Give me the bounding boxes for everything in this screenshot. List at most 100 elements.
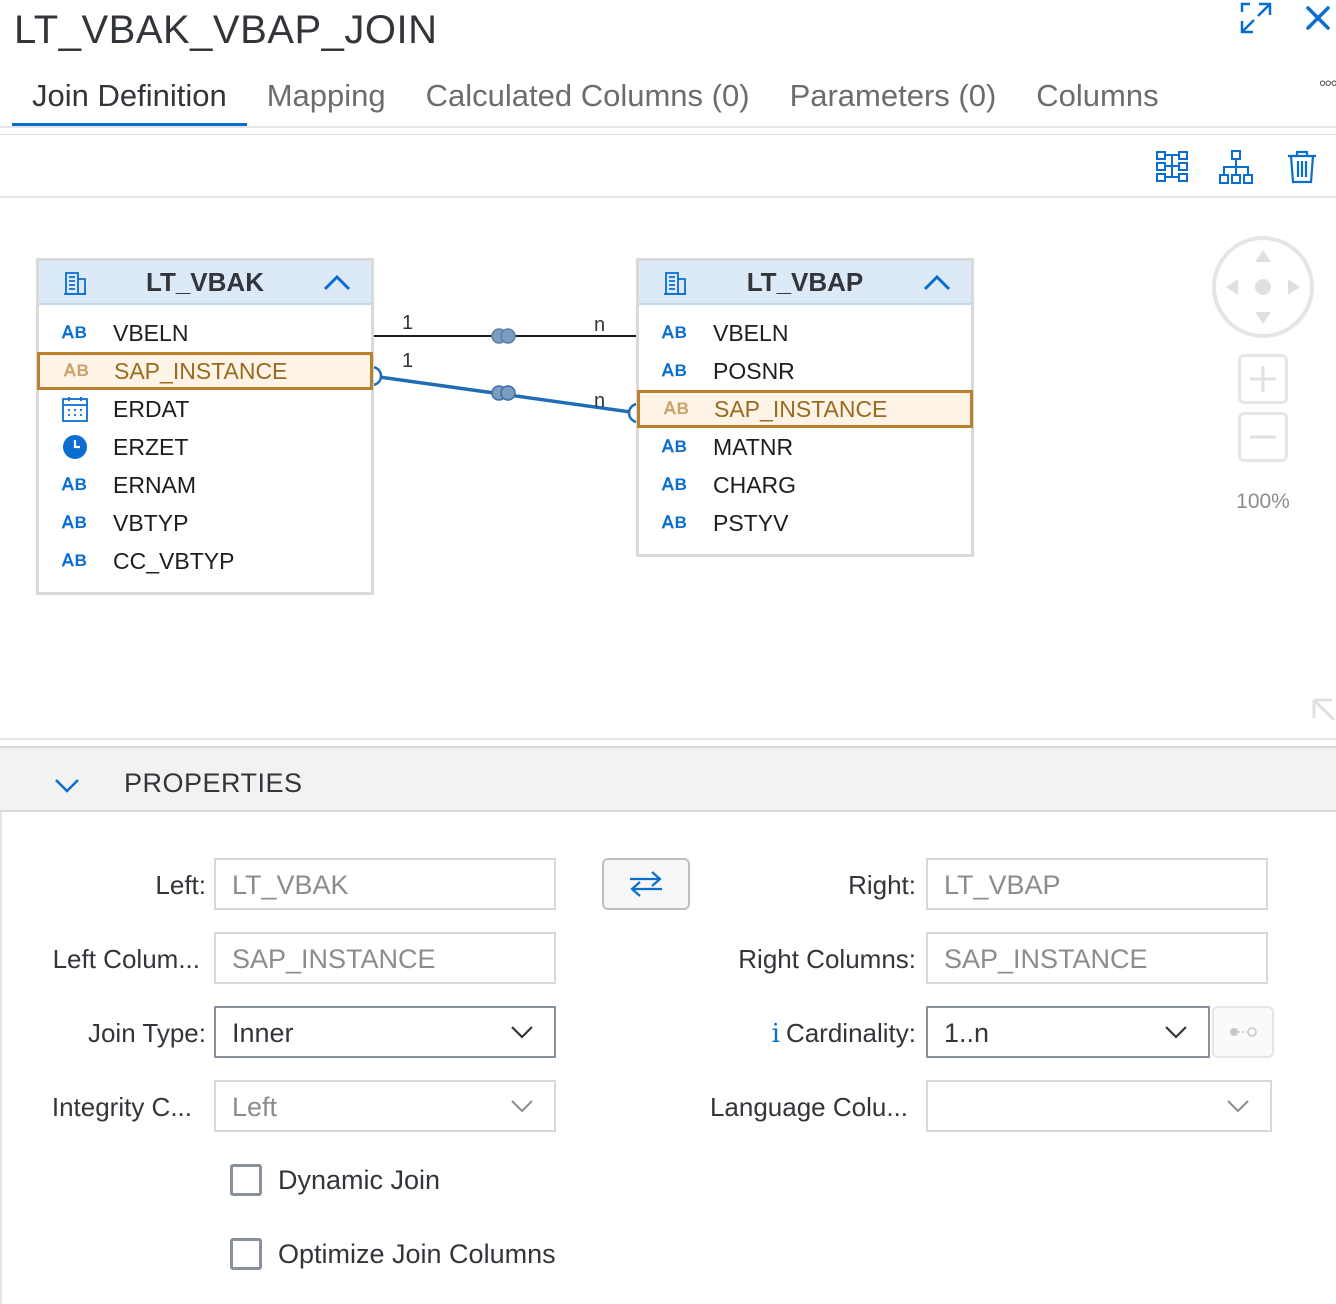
optimize-join-columns-label[interactable]: Optimize Join Columns [278,1239,556,1270]
dynamic-join-checkbox[interactable] [230,1164,262,1196]
column-row-pstyv[interactable]: ꓮB PSTYV [637,504,973,542]
left-columns-field[interactable]: SAP_INSTANCE [214,932,556,984]
join-type-select[interactable]: Inner [214,1006,556,1058]
text-type-icon: ꓮB [662,361,688,380]
swap-button[interactable] [602,858,690,910]
text-type-icon: ꓮB [62,323,88,342]
table-node-lt-vbak[interactable]: LT_VBAK ꓮB VBELN ꓮB SAP_INSTANCE ERDAT E… [36,258,374,595]
chevron-down-icon [511,1100,533,1113]
table-header[interactable]: LT_VBAK [39,261,371,305]
column-name: VBELN [713,319,789,346]
zoom-level: 100% [1236,490,1290,513]
pan-control[interactable] [1212,236,1314,338]
tab-parameters[interactable]: Parameters (0) [770,72,1017,126]
language-column-select[interactable] [926,1080,1272,1132]
column-row-vbtyp[interactable]: ꓮB VBTYP [37,504,373,542]
column-name: ERZET [113,433,189,460]
column-row-matnr[interactable]: ꓮB MATNR [637,428,973,466]
left-label: Left: [155,870,206,900]
right-columns-label: Right Columns: [738,944,916,974]
tab-mapping[interactable]: Mapping [247,72,406,126]
close-icon [1306,6,1330,30]
pan-arrows-icon [1226,250,1300,324]
column-name: VBELN [113,319,189,346]
integrity-value: Left [232,1092,278,1122]
hierarchy-layout-button[interactable] [1216,147,1256,187]
cardinality-value: 1..n [944,1018,990,1048]
column-row-ernam[interactable]: ꓮB ERNAM [37,466,373,504]
integrity-label: Integrity C... [51,1092,192,1122]
auto-layout-icon [1156,151,1188,182]
link-icon [1230,1027,1257,1037]
join-marker [500,385,516,401]
column-name: CC_VBTYP [113,547,235,574]
close-button[interactable] [1298,0,1336,36]
calendar-icon [37,395,113,423]
properties-header[interactable]: PROPERTIES [0,748,1336,812]
language-column-label: Language Colu... [709,1092,908,1122]
table-header[interactable]: LT_VBAP [639,261,971,305]
swap-icon [630,871,662,897]
text-type-icon: ꓮB [62,551,88,570]
tab-bar: Join Definition Mapping Calculated Colum… [12,72,1179,126]
delete-button[interactable] [1282,147,1322,187]
info-icon[interactable]: i [772,1019,780,1049]
column-name: PSTYV [713,509,789,536]
text-type-icon: ꓮB [662,513,688,532]
plus-icon [1250,366,1276,392]
column-name: ERDAT [113,395,190,422]
maximize-button[interactable] [1236,0,1276,36]
cardinality-left-label: 1 [402,312,414,334]
column-row-cc-vbtyp[interactable]: ꓮB CC_VBTYP [37,542,373,580]
resize-corner-icon[interactable] [1306,692,1336,726]
chevron-down-icon[interactable] [50,768,84,802]
chevron-up-icon[interactable] [919,265,955,301]
auto-layout-button[interactable] [1152,147,1192,187]
minus-icon [1250,435,1276,439]
cardinality-select[interactable]: 1..n [926,1006,1210,1058]
tab-calculated-columns[interactable]: Calculated Columns (0) [406,72,770,126]
column-name: POSNR [713,357,795,384]
column-row-posnr[interactable]: ꓮB POSNR [637,352,973,390]
chevron-down-icon [1165,1026,1187,1039]
more-options-button[interactable]: ◦◦◦ [1319,70,1336,96]
tab-columns[interactable]: Columns [1016,72,1178,126]
column-row-sap-instance[interactable]: ꓮB SAP_INSTANCE [37,352,373,390]
column-name: MATNR [713,433,794,460]
cardinality-label-group: i Cardinality: [772,1018,916,1049]
column-row-vbeln[interactable]: ꓮB VBELN [37,314,373,352]
column-name: SAP_INSTANCE [714,395,888,422]
join-type-value: Inner [232,1018,294,1048]
chevron-down-icon [1227,1100,1249,1113]
optimize-join-columns-checkbox[interactable] [230,1238,262,1270]
propose-cardinality-button[interactable] [1212,1006,1274,1058]
column-row-erzet[interactable]: ERZET [37,428,373,466]
zoom-out-button[interactable] [1238,412,1288,462]
right-table-field[interactable]: LT_VBAP [926,858,1268,910]
integrity-select[interactable]: Left [214,1080,556,1132]
text-type-icon: ꓮB [62,475,88,494]
chevron-up-icon[interactable] [319,265,355,301]
text-type-icon: ꓮB [662,323,688,342]
column-row-charg[interactable]: ꓮB CHARG [637,466,973,504]
column-name: ERNAM [113,471,197,498]
column-row-erdat[interactable]: ERDAT [37,390,373,428]
splitter[interactable] [0,738,1336,748]
zoom-in-button[interactable] [1238,354,1288,404]
cardinality-label: Cardinality: [785,1018,916,1048]
column-row-sap-instance[interactable]: ꓮB SAP_INSTANCE [637,390,973,428]
cardinality-right-label: n [594,314,606,336]
text-type-icon: ꓮB [664,399,690,418]
left-table-field[interactable]: LT_VBAK [214,858,556,910]
dynamic-join-label[interactable]: Dynamic Join [278,1165,440,1196]
chevron-down-icon [511,1026,533,1039]
table-node-lt-vbap[interactable]: LT_VBAP ꓮB VBELN ꓮB POSNR ꓮB SAP_INSTANC… [636,258,974,557]
tab-join-definition[interactable]: Join Definition [12,72,247,126]
right-columns-field[interactable]: SAP_INSTANCE [926,932,1268,984]
join-marker [500,328,516,344]
column-row-vbeln[interactable]: ꓮB VBELN [637,314,973,352]
text-type-icon: ꓮB [662,475,688,494]
tab-divider [0,126,1336,128]
join-type-label: Join Type: [87,1018,206,1048]
join-canvas[interactable]: 1 n 1 n LT_VBAK ꓮB VBELN ꓮB SAP_INSTANCE… [0,200,1336,738]
